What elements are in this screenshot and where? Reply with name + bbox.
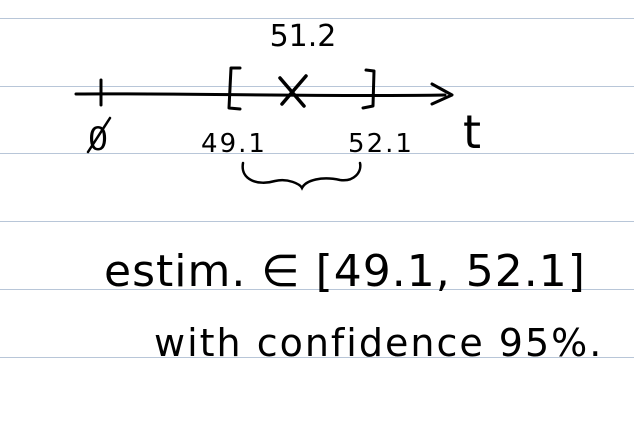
- statement-line-1: estim. ∈ [49.1, 52.1]: [104, 246, 586, 297]
- axis-label: t: [463, 105, 481, 159]
- interval-lower-label: 49.1: [201, 129, 267, 159]
- handwriting-canvas: 51.2 0 49.1 52.1 t estim. ∈ [49.1, 52.1]…: [74, 19, 603, 365]
- interval-upper-label: 52.1: [348, 129, 414, 159]
- estimate-cross-mark: [278, 74, 308, 108]
- interval-right-bracket: [361, 68, 376, 110]
- interval-brace: [241, 161, 362, 191]
- estimate-label: 51.2: [270, 19, 337, 54]
- statement-line-2: with confidence 95%.: [154, 321, 603, 365]
- interval-left-bracket: [227, 66, 242, 111]
- number-line-axis: [74, 92, 447, 98]
- handwritten-note-page: 51.2 0 49.1 52.1 t estim. ∈ [49.1, 52.1]…: [0, 0, 634, 422]
